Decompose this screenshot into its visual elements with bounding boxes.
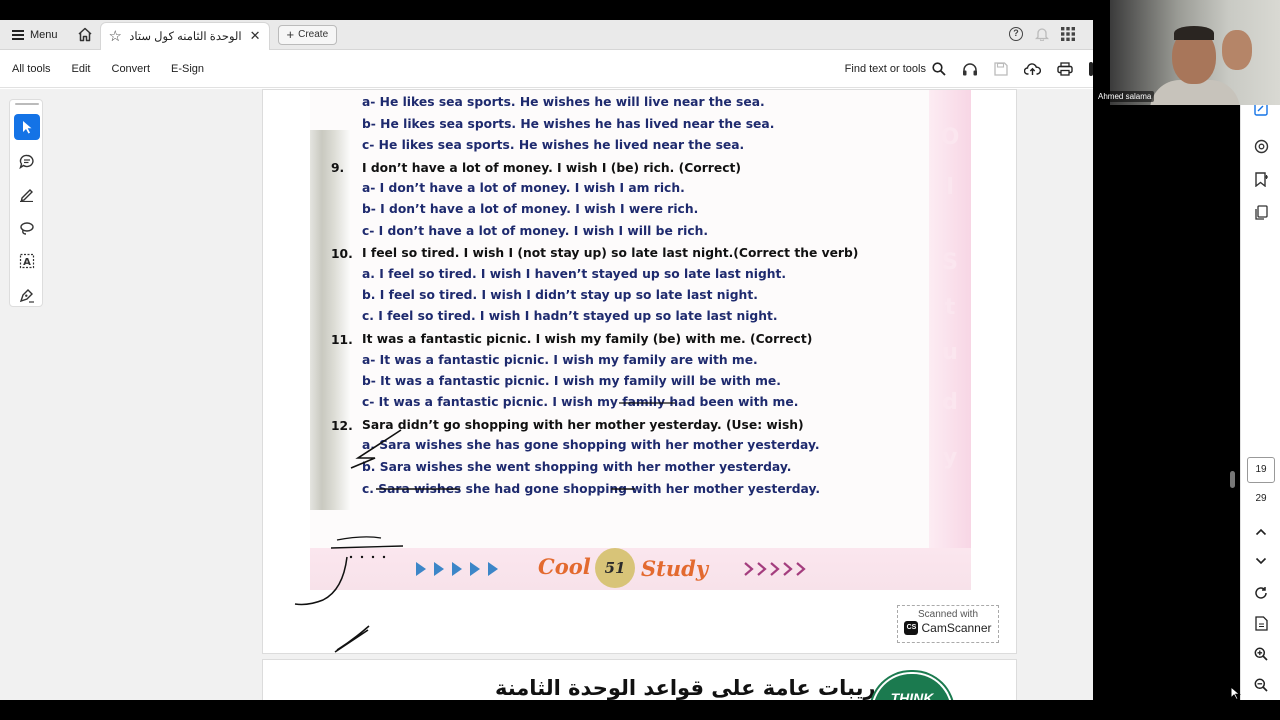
vertical-scrollbar-thumb[interactable] — [1230, 471, 1235, 488]
main-toolbar: All tools Edit Convert E-Sign Find text … — [0, 50, 1093, 88]
tab-bar: Menu ☆ الوحدة الثامنه كول ستادي.pdf ✕ + … — [0, 20, 1093, 50]
chevron-down-icon — [1255, 557, 1267, 565]
quick-tools-panel: A — [9, 99, 43, 307]
camscanner-logo-icon: CS — [904, 621, 919, 635]
comment-icon — [19, 154, 34, 169]
comments-rail-button[interactable] — [1252, 137, 1270, 155]
home-icon — [78, 27, 92, 42]
camscanner-caption: Scanned with — [917, 609, 979, 620]
star-icon[interactable]: ☆ — [109, 27, 122, 45]
mouse-cursor-icon — [1230, 686, 1241, 700]
next-page-heading: تدريبات عامة على قواعد الوحدة الثامنة — [495, 676, 896, 700]
right-side-rail: 19 29 — [1240, 89, 1280, 700]
pen-highlight-icon — [20, 188, 33, 202]
create-label: Create — [298, 29, 329, 40]
webcam-person-hand — [1222, 30, 1252, 70]
comment-tool-button[interactable] — [14, 148, 40, 174]
notification-bell-icon[interactable] — [1035, 26, 1049, 41]
webcam-name-label: Ahmed salama — [1095, 91, 1155, 102]
toolbar-right: Find text or tools — [845, 50, 1093, 88]
refresh-rotate-icon — [1255, 587, 1267, 599]
cursor-arrow-icon — [23, 121, 32, 134]
camscanner-brand-name: CamScanner — [921, 621, 992, 635]
handwritten-annotations — [294, 402, 675, 653]
zoom-in-button[interactable] — [1252, 645, 1270, 663]
tab-bar-right: ? — [1009, 26, 1075, 41]
zoom-in-icon — [1254, 647, 1268, 661]
svg-text:A: A — [23, 257, 31, 268]
previous-page-button[interactable] — [1252, 523, 1270, 541]
webcam-overlay — [1110, 0, 1280, 105]
zoom-out-button[interactable] — [1252, 676, 1270, 694]
at-comment-icon — [1254, 139, 1268, 153]
chevron-up-icon — [1255, 528, 1267, 536]
print-icon[interactable] — [1057, 62, 1073, 76]
help-icon[interactable]: ? — [1009, 26, 1023, 41]
upload-cloud-icon[interactable] — [1024, 62, 1041, 76]
toolbar-edge-marker — [1089, 62, 1093, 76]
menu-button[interactable]: Menu — [0, 20, 70, 50]
create-button[interactable]: + Create — [277, 24, 338, 45]
find-tools-search[interactable]: Find text or tools — [845, 62, 946, 76]
search-icon — [932, 62, 946, 76]
close-tab-icon[interactable]: ✕ — [250, 28, 261, 44]
page-fit-icon — [1254, 615, 1268, 631]
pdf-page: O l S t u d y 9. 10. 11. 12. a- He likes… — [262, 89, 1017, 654]
camscanner-badge: Scanned with CS CamScanner — [897, 605, 999, 643]
tab-title: الوحدة الثامنه كول ستادي.pdf — [129, 31, 242, 43]
page-fit-button[interactable] — [1252, 614, 1270, 632]
bookmark-icon — [1255, 171, 1268, 187]
text-box-icon: A — [19, 253, 35, 269]
tab-document[interactable]: ☆ الوحدة الثامنه كول ستادي.pdf ✕ — [99, 21, 270, 50]
all-tools-button[interactable]: All tools — [0, 63, 51, 75]
highlight-tool-button[interactable] — [14, 181, 40, 207]
bookmarks-rail-button[interactable] — [1252, 170, 1270, 188]
rotate-button[interactable] — [1252, 584, 1270, 602]
webcam-person-hair — [1174, 26, 1214, 40]
acrobat-window: Menu ☆ الوحدة الثامنه كول ستادي.pdf ✕ + … — [0, 20, 1093, 700]
pages-rail-button[interactable] — [1252, 203, 1270, 221]
convert-button[interactable]: Convert — [94, 63, 151, 75]
select-tool-button[interactable] — [14, 114, 40, 140]
total-pages: 29 — [1255, 493, 1267, 504]
copy-pages-icon — [1255, 204, 1268, 220]
plus-icon: + — [286, 27, 295, 42]
next-page-button[interactable] — [1252, 552, 1270, 570]
text-tool-button[interactable]: A — [14, 248, 40, 274]
lasso-draw-icon — [20, 221, 34, 235]
fill-sign-pen-icon — [19, 288, 34, 303]
bottom-black-bar — [0, 700, 1280, 720]
home-button[interactable] — [70, 20, 100, 50]
document-workspace[interactable]: A O l S t u d y 9. 10. 11. 12. a- He lik… — [0, 89, 1093, 700]
menu-label: Menu — [30, 28, 58, 41]
pdf-next-page: تدريبات عامة على قواعد الوحدة الثامنة TH… — [262, 659, 1017, 700]
read-aloud-headphones-icon[interactable] — [962, 62, 978, 76]
camscanner-brand: CS CamScanner — [898, 621, 998, 635]
edit-button[interactable]: Edit — [54, 63, 91, 75]
sign-tool-button[interactable] — [14, 282, 40, 308]
esign-button[interactable]: E-Sign — [153, 63, 204, 75]
zoom-out-icon — [1254, 678, 1268, 692]
apps-grid-icon[interactable] — [1061, 26, 1075, 41]
panel-grip — [15, 103, 39, 105]
hamburger-icon — [12, 30, 24, 40]
current-page-input[interactable]: 19 — [1247, 457, 1275, 483]
top-black-bar — [0, 0, 1280, 20]
draw-tool-button[interactable] — [14, 215, 40, 241]
find-placeholder: Find text or tools — [844, 63, 926, 75]
save-icon[interactable] — [994, 62, 1008, 76]
